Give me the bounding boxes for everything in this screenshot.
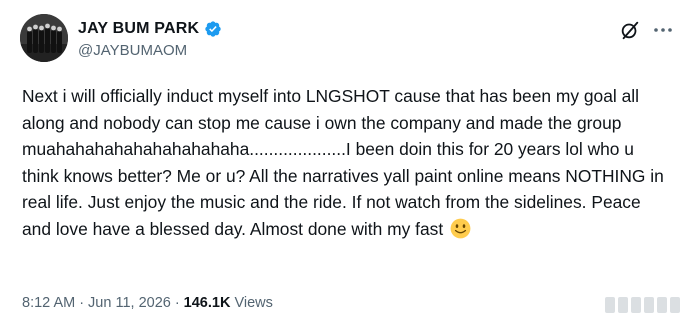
- grok-slash-icon[interactable]: [619, 19, 641, 41]
- meta-separator: ·: [79, 295, 85, 311]
- tweet-time[interactable]: 8:12 AM: [22, 295, 75, 311]
- tweet-text: Next i will officially induct myself int…: [22, 86, 669, 239]
- verified-badge-icon: [205, 21, 221, 37]
- views-label: Views: [234, 295, 273, 311]
- author-handle[interactable]: @JAYBUMAOM: [78, 42, 187, 59]
- tweet-text-container: Next i will officially induct myself int…: [22, 83, 672, 243]
- avatar[interactable]: [20, 14, 68, 62]
- tweet-card: JAY BUM PARK @JAYBUMAOM Next i will offi…: [0, 0, 690, 323]
- watermark-icon: [605, 297, 680, 313]
- views-count: 146.1K: [183, 295, 231, 311]
- author-display-name[interactable]: JAY BUM PARK: [78, 20, 199, 38]
- slightly-smiling-face-icon: [450, 218, 471, 239]
- tweet-date[interactable]: Jun 11, 2026: [88, 295, 171, 311]
- more-dots-icon[interactable]: [651, 18, 675, 42]
- tweet-meta-row: 8:12 AM · Jun 11, 2026 · 146.1K Views: [22, 295, 273, 311]
- author-name-row[interactable]: JAY BUM PARK: [78, 20, 222, 38]
- group-photo-avatar-icon: [20, 14, 68, 62]
- meta-separator: ·: [174, 295, 180, 311]
